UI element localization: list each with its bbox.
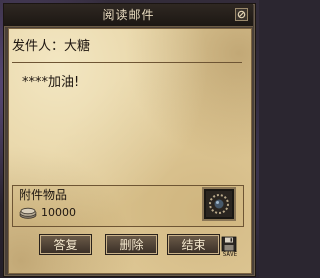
mail-body: ****加油!	[22, 75, 80, 90]
floppy-disk-icon[interactable]	[221, 236, 237, 252]
delete-button[interactable]: 删除	[106, 235, 157, 254]
coin-stack-icon	[19, 207, 37, 219]
close-icon	[237, 10, 246, 19]
coin-amount: 10000	[41, 206, 76, 219]
reply-button[interactable]: 答复	[40, 235, 91, 254]
item-slot-icon	[206, 191, 232, 217]
divider	[12, 62, 242, 63]
title-bar: 阅读邮件	[4, 4, 253, 27]
attachment-item-slot[interactable]	[202, 187, 236, 221]
attachment-label: 附件物品	[19, 188, 68, 202]
window-title: 阅读邮件	[102, 8, 155, 22]
close-button[interactable]: 结束	[168, 235, 219, 254]
sender-row: 发件人：大糖	[12, 38, 90, 56]
sender-label: 发件人：	[12, 39, 65, 54]
sender-name: 大糖	[64, 39, 91, 54]
close-window-button[interactable]	[235, 8, 248, 21]
save-label: SAVE	[222, 251, 238, 258]
